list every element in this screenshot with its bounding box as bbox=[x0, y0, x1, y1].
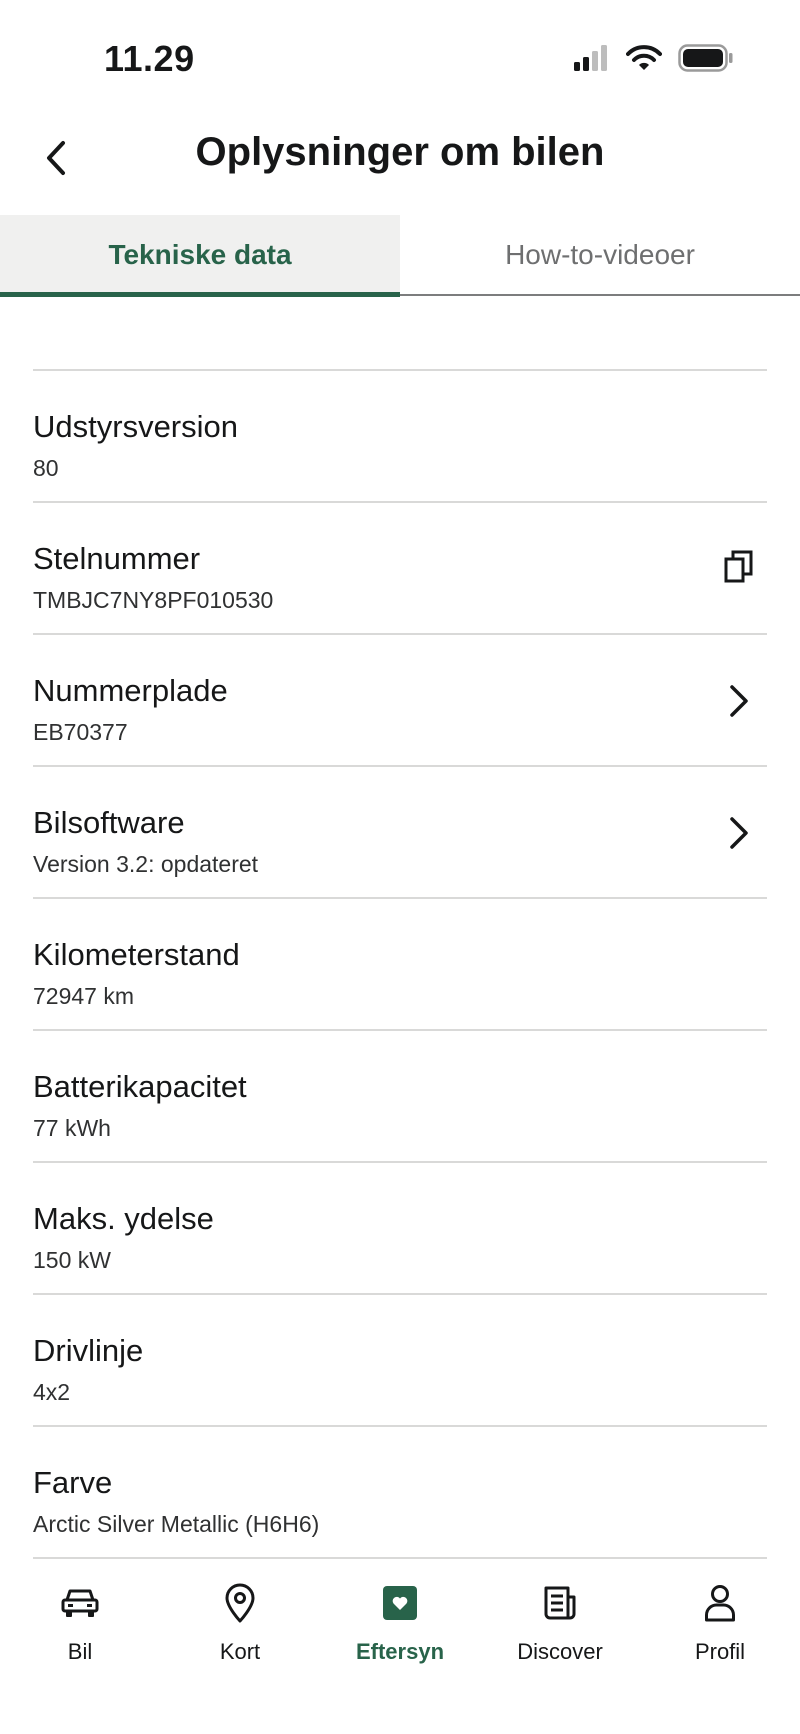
row-value: 72947 km bbox=[33, 983, 135, 1009]
news-icon bbox=[538, 1581, 582, 1625]
row-label: Farve bbox=[33, 1465, 113, 1500]
row-value: EB70377 bbox=[33, 719, 128, 745]
wifi-icon bbox=[626, 45, 662, 76]
row-label: Kilometerstand bbox=[33, 937, 240, 972]
detail-row-drivlinje: Drivlinje 4x2 bbox=[33, 1295, 767, 1427]
nav-item-kort[interactable]: Kort bbox=[160, 1561, 320, 1734]
battery-icon bbox=[678, 44, 734, 77]
nav-label: Kort bbox=[219, 1639, 261, 1664]
detail-row-stelnummer: Stelnummer TMBJC7NY8PF010530 bbox=[33, 503, 767, 635]
nav-label: Bil bbox=[67, 1639, 93, 1664]
tab-bar: Tekniske data How-to-videoer bbox=[0, 215, 800, 297]
tab-tekniske-data[interactable]: Tekniske data bbox=[0, 215, 400, 297]
detail-row-bilsoftware[interactable]: Bilsoftware Version 3.2: opdateret bbox=[33, 767, 767, 899]
details-list: Udstyrsversion 80 Stelnummer TMBJC7NY8PF… bbox=[33, 369, 767, 1559]
row-label: Drivlinje bbox=[33, 1333, 144, 1368]
nav-item-eftersyn[interactable]: Eftersyn bbox=[320, 1561, 480, 1734]
row-label: Stelnummer bbox=[33, 541, 201, 576]
row-value: Arctic Silver Metallic (H6H6) bbox=[33, 1511, 320, 1537]
nav-item-profil[interactable]: Profil bbox=[640, 1561, 800, 1734]
chevron-right-icon[interactable] bbox=[719, 813, 759, 853]
profile-icon bbox=[698, 1581, 742, 1625]
row-value: 4x2 bbox=[33, 1379, 71, 1405]
row-label: Bilsoftware bbox=[33, 805, 185, 840]
nav-label: Eftersyn bbox=[355, 1639, 445, 1664]
car-icon bbox=[58, 1581, 102, 1625]
chevron-right-icon[interactable] bbox=[719, 681, 759, 721]
detail-row-nummerplade[interactable]: Nummerplade EB70377 bbox=[33, 635, 767, 767]
nav-item-discover[interactable]: Discover bbox=[480, 1561, 640, 1734]
detail-row-batterikapacitet: Batterikapacitet 77 kWh bbox=[33, 1031, 767, 1163]
nav-label: Profil bbox=[694, 1639, 746, 1664]
row-label: Maks. ydelse bbox=[33, 1201, 214, 1236]
detail-row-farve: Farve Arctic Silver Metallic (H6H6) bbox=[33, 1427, 767, 1559]
row-value: 77 kWh bbox=[33, 1115, 111, 1141]
nav-item-bil[interactable]: Bil bbox=[0, 1561, 160, 1734]
row-label: Udstyrsversion bbox=[33, 409, 238, 444]
row-value: Version 3.2: opdateret bbox=[33, 851, 259, 877]
detail-row-udstyrsversion: Udstyrsversion 80 bbox=[33, 371, 767, 503]
detail-row-maks-ydelse: Maks. ydelse 150 kW bbox=[33, 1163, 767, 1295]
row-value: 80 bbox=[33, 455, 59, 481]
map-pin-icon bbox=[218, 1581, 262, 1625]
status-bar: 11.29 bbox=[0, 0, 800, 110]
row-label: Batterikapacitet bbox=[33, 1069, 247, 1104]
tab-how-to-videoer[interactable]: How-to-videoer bbox=[400, 215, 800, 294]
copy-icon bbox=[724, 550, 754, 589]
nav-label: Discover bbox=[517, 1639, 603, 1664]
row-value: TMBJC7NY8PF010530 bbox=[33, 587, 274, 613]
copy-button[interactable] bbox=[719, 549, 759, 589]
row-label: Nummerplade bbox=[33, 673, 228, 708]
header: Oplysninger om bilen bbox=[0, 110, 800, 215]
signal-icon bbox=[574, 45, 610, 76]
status-time: 11.29 bbox=[104, 38, 195, 79]
service-heart-icon bbox=[378, 1581, 422, 1625]
bottom-nav: Bil Kort Eftersyn Discover Profil bbox=[0, 1561, 800, 1734]
detail-row-kilometerstand: Kilometerstand 72947 km bbox=[33, 899, 767, 1031]
page-title: Oplysninger om bilen bbox=[195, 130, 605, 174]
row-value: 150 kW bbox=[33, 1247, 111, 1273]
status-icons bbox=[574, 44, 734, 77]
